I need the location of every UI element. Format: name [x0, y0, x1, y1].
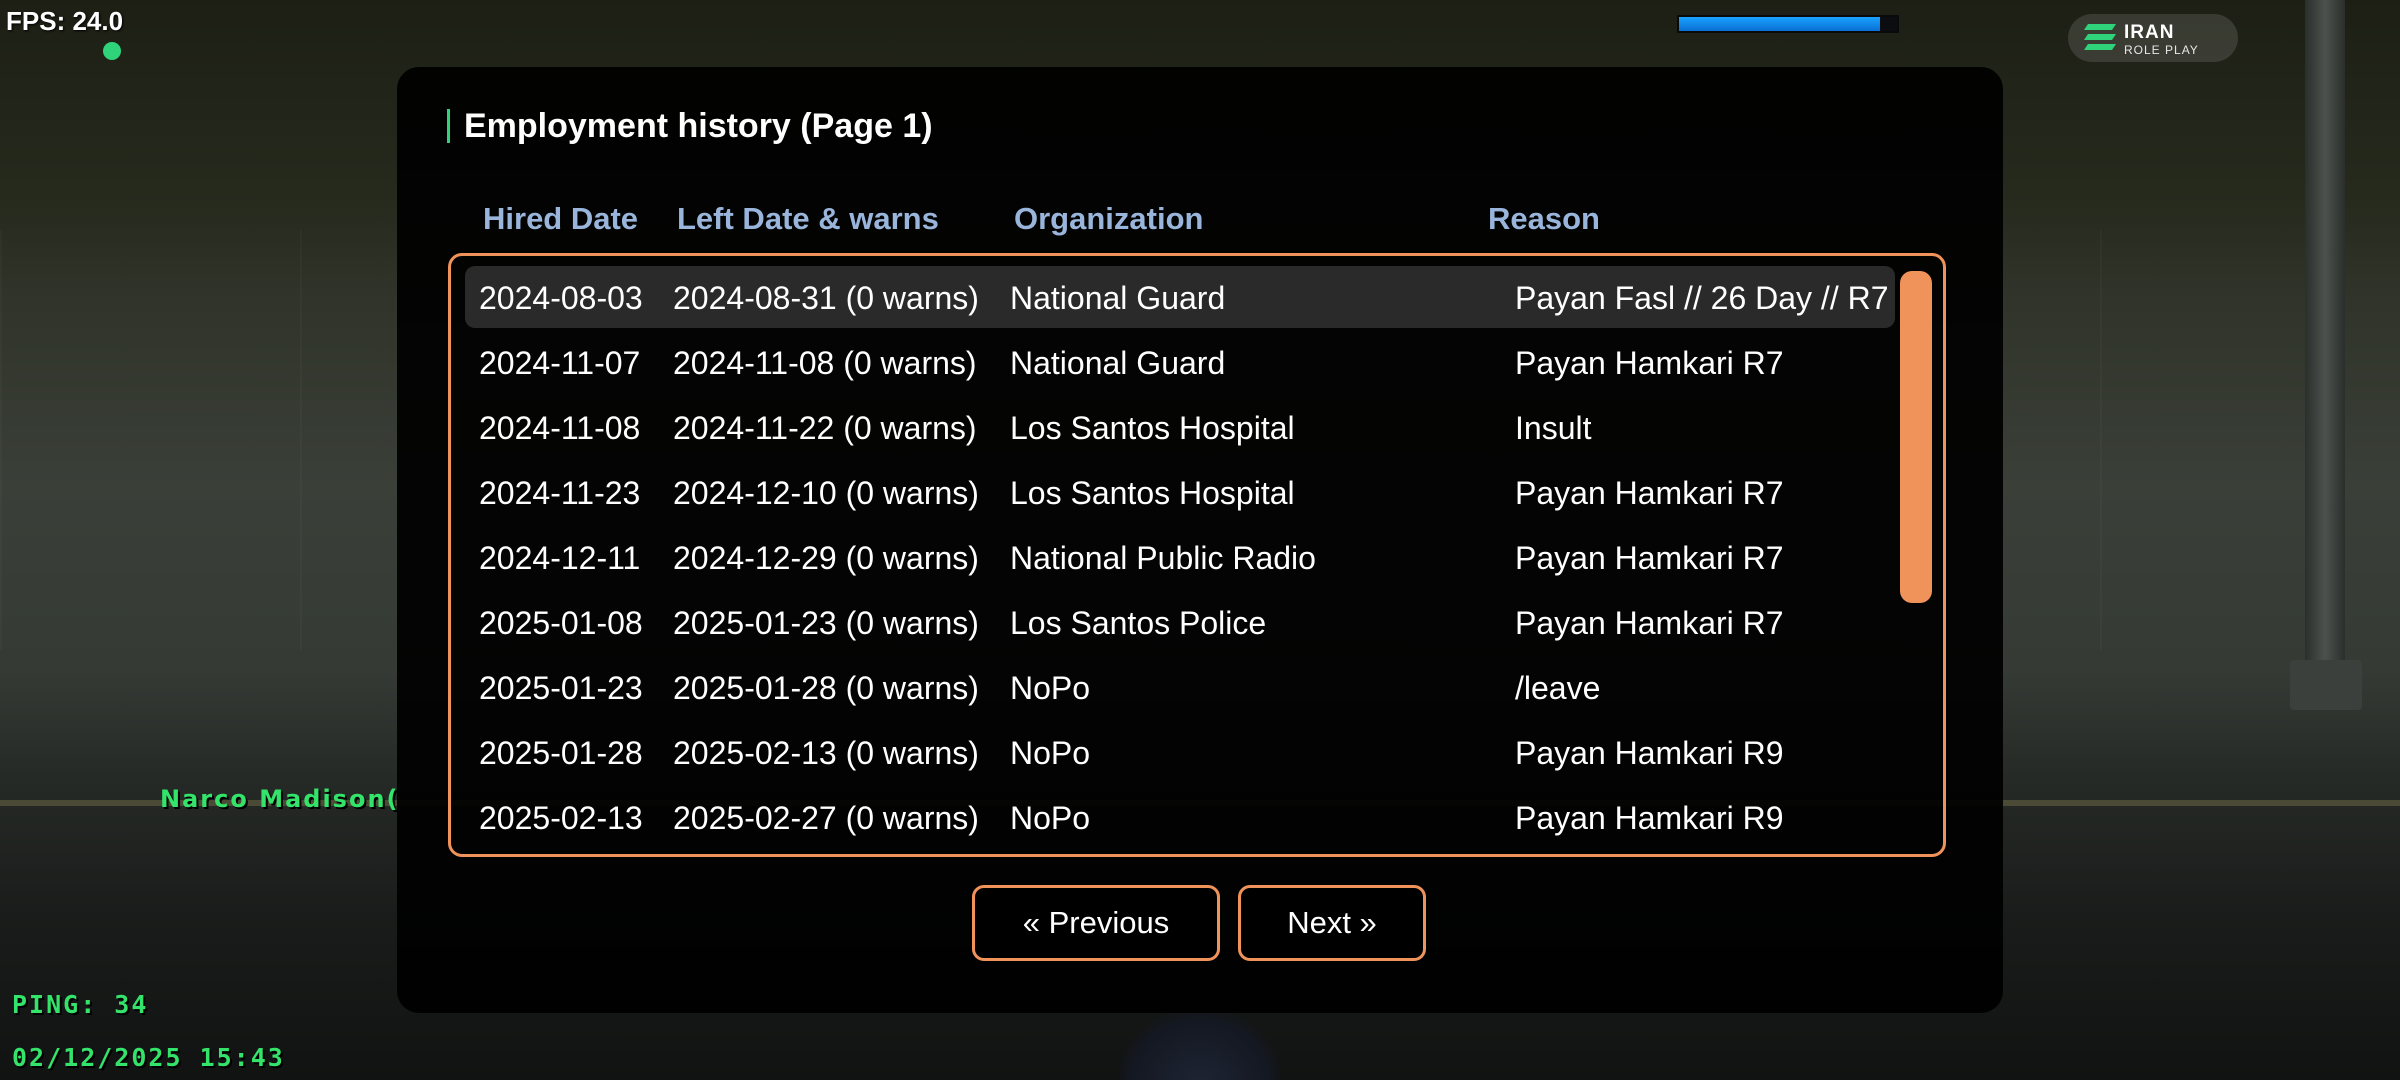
cell-reason: Payan Hamkari R9: [1515, 735, 1784, 771]
logo-subtitle: ROLE PLAY: [2124, 43, 2199, 57]
cell-reason: Insult: [1515, 410, 1592, 446]
cell-organization: Los Santos Police: [1010, 605, 1267, 641]
cell-hired-date: 2024-08-03: [479, 280, 643, 316]
cell-reason: Payan Fasl // 26 Day // R7: [1515, 280, 1889, 316]
cell-left-date: 2025-02-13 (0 warns): [673, 735, 979, 771]
cell-organization: NoPo: [1010, 735, 1091, 771]
cell-hired-date: 2025-02-13: [479, 800, 643, 836]
cell-left-date: 2025-02-27 (0 warns): [673, 800, 979, 836]
background-pole-base: [2290, 660, 2362, 710]
list-row-4[interactable]: 2024-12-11 2024-12-29 (0 warns) National…: [465, 526, 1895, 588]
cell-hired-date: 2025-01-28: [479, 735, 643, 771]
column-header-left-date: Left Date & warns: [677, 201, 939, 236]
health-bar-fill: [1679, 17, 1880, 31]
player-character: [1120, 1010, 1280, 1080]
title-accent-bar: [447, 109, 450, 143]
column-header-organization: Organization: [1014, 201, 1204, 236]
employment-list[interactable]: 2024-08-03 2024-08-31 (0 warns) National…: [448, 253, 1946, 857]
cell-organization: Los Santos Hospital: [1010, 410, 1295, 446]
cell-left-date: 2024-08-31 (0 warns): [673, 280, 979, 316]
cell-reason: Payan Hamkari R7: [1515, 605, 1784, 641]
cell-left-date: 2024-12-29 (0 warns): [673, 540, 979, 576]
cell-organization: National Guard: [1010, 345, 1226, 381]
employment-history-dialog: Employment history (Page 1) Hired Date L…: [397, 67, 2003, 1013]
cell-reason: Payan Hamkari R7: [1515, 345, 1784, 381]
status-dot-icon: [103, 42, 121, 60]
previous-page-button[interactable]: « Previous: [972, 885, 1220, 961]
fps-counter: FPS: 24.0: [6, 6, 124, 36]
next-page-button[interactable]: Next »: [1238, 885, 1426, 961]
cell-organization: NoPo: [1010, 800, 1091, 836]
ping-readout: PING: 34: [12, 990, 149, 1019]
list-row-0[interactable]: 2024-08-03 2024-08-31 (0 warns) National…: [465, 266, 1895, 328]
cell-organization: National Public Radio: [1010, 540, 1316, 576]
health-bar: [1677, 15, 1899, 33]
cell-hired-date: 2025-01-08: [479, 605, 643, 641]
column-header-reason: Reason: [1488, 201, 1600, 236]
cell-hired-date: 2024-11-07: [479, 345, 641, 381]
server-logo: IRAN ROLE PLAY: [2068, 14, 2238, 62]
cell-hired-date: 2024-11-08: [479, 410, 641, 446]
background-pole: [2305, 0, 2345, 690]
cell-organization: NoPo: [1010, 670, 1091, 706]
cell-left-date: 2024-11-08 (0 warns): [673, 345, 977, 381]
cell-left-date: 2024-11-22 (0 warns): [673, 410, 977, 446]
stripes-logo-icon: [2084, 24, 2116, 50]
list-row-3[interactable]: 2024-11-23 2024-12-10 (0 warns) Los Sant…: [465, 461, 1895, 523]
logo-title: IRAN: [2124, 22, 2175, 43]
column-header-hired-date: Hired Date: [483, 201, 639, 236]
cell-reason: /leave: [1515, 670, 1601, 706]
cell-left-date: 2025-01-23 (0 warns): [673, 605, 979, 641]
list-row-7[interactable]: 2025-01-28 2025-02-13 (0 warns) NoPo Pay…: [465, 721, 1895, 783]
list-row-2[interactable]: 2024-11-08 2024-11-22 (0 warns) Los Sant…: [465, 396, 1895, 458]
list-row-5[interactable]: 2025-01-08 2025-01-23 (0 warns) Los Sant…: [465, 591, 1895, 653]
cell-reason: Payan Hamkari R9: [1515, 800, 1784, 836]
cell-hired-date: 2024-12-11: [479, 540, 641, 576]
dialog-header: Employment history (Page 1): [447, 105, 933, 147]
cell-organization: Los Santos Hospital: [1010, 475, 1295, 511]
game-scene: FPS: 24.0 Narco Madison( PING: 34 02/12/…: [0, 0, 2400, 1080]
datetime-readout: 02/12/2025 15:43: [12, 1043, 285, 1072]
cell-reason: Payan Hamkari R7: [1515, 475, 1784, 511]
dialog-title: Employment history (Page 1): [464, 106, 933, 145]
list-row-6[interactable]: 2025-01-23 2025-01-28 (0 warns) NoPo /le…: [465, 656, 1895, 718]
list-row-1[interactable]: 2024-11-07 2024-11-08 (0 warns) National…: [465, 331, 1895, 393]
cell-hired-date: 2025-01-23: [479, 670, 643, 706]
cell-reason: Payan Hamkari R7: [1515, 540, 1784, 576]
player-nametag: Narco Madison(: [160, 785, 400, 813]
cell-left-date: 2025-01-28 (0 warns): [673, 670, 979, 706]
cell-hired-date: 2024-11-23: [479, 475, 641, 511]
list-row-8[interactable]: 2025-02-13 2025-02-27 (0 warns) NoPo Pay…: [465, 786, 1895, 848]
cell-organization: National Guard: [1010, 280, 1226, 316]
cell-left-date: 2024-12-10 (0 warns): [673, 475, 979, 511]
list-scrollbar[interactable]: [1900, 271, 1932, 603]
